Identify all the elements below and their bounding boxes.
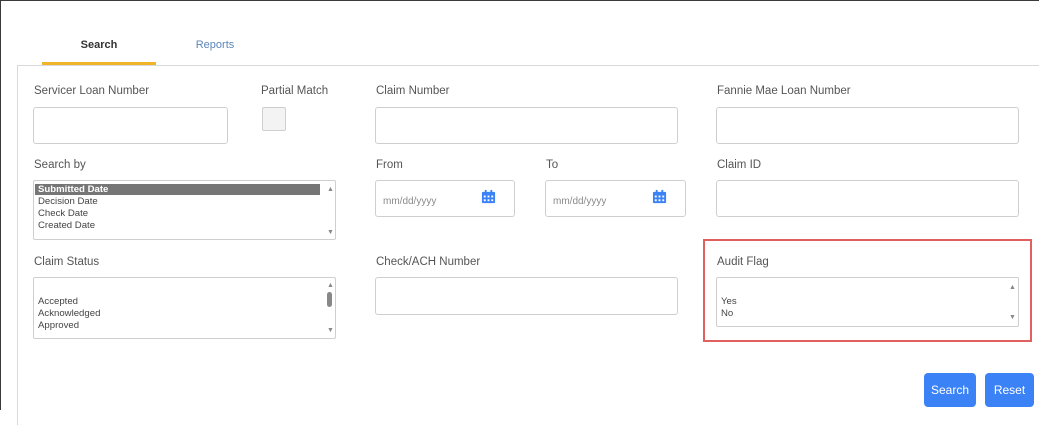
claim-status-option-approved[interactable]: Approved — [38, 320, 79, 331]
audit-flag-option-yes[interactable]: Yes — [721, 296, 737, 307]
from-date-input[interactable]: mm/dd/yyyy — [375, 180, 515, 217]
reset-button[interactable]: Reset — [985, 373, 1034, 407]
to-label: To — [546, 159, 559, 171]
scrollbar-thumb[interactable] — [327, 292, 332, 307]
servicer-loan-number-input[interactable] — [33, 107, 228, 144]
scroll-down-arrow-icon[interactable]: ▼ — [1009, 314, 1016, 321]
scroll-down-arrow-icon[interactable]: ▼ — [327, 327, 334, 334]
partial-match-checkbox[interactable] — [262, 107, 286, 131]
search-by-listbox[interactable]: Submitted Date Decision Date Check Date … — [33, 180, 336, 240]
fannie-mae-loan-number-input[interactable] — [716, 107, 1019, 144]
claim-status-option-accepted[interactable]: Accepted — [38, 296, 78, 307]
search-by-option-submitted-date[interactable]: Submitted Date — [35, 184, 320, 195]
scroll-up-arrow-icon[interactable]: ▲ — [327, 282, 334, 289]
claim-number-input[interactable] — [375, 107, 678, 144]
claim-status-label: Claim Status — [34, 256, 100, 268]
scroll-up-arrow-icon[interactable]: ▲ — [327, 186, 334, 193]
fannie-mae-loan-number-label: Fannie Mae Loan Number — [717, 85, 851, 97]
servicer-loan-number-label: Servicer Loan Number — [34, 85, 150, 97]
claim-number-label: Claim Number — [376, 85, 450, 97]
search-by-option-created-date[interactable]: Created Date — [38, 220, 95, 231]
from-label: From — [376, 159, 403, 171]
scroll-down-arrow-icon[interactable]: ▼ — [327, 229, 334, 236]
calendar-icon[interactable] — [652, 189, 667, 204]
claim-status-option-acknowledged[interactable]: Acknowledged — [38, 308, 100, 319]
check-ach-number-input[interactable] — [375, 277, 678, 315]
partial-match-label: Partial Match — [261, 85, 329, 97]
claim-status-listbox[interactable]: Accepted Acknowledged Approved ▲ ▼ — [33, 277, 336, 339]
calendar-icon[interactable] — [481, 189, 496, 204]
claim-id-input[interactable] — [716, 180, 1019, 217]
audit-flag-label: Audit Flag — [717, 256, 769, 268]
search-by-label: Search by — [34, 159, 86, 171]
to-date-placeholder: mm/dd/yyyy — [553, 196, 607, 207]
search-by-option-check-date[interactable]: Check Date — [38, 208, 88, 219]
search-by-option-decision-date[interactable]: Decision Date — [38, 196, 98, 207]
audit-flag-listbox[interactable]: Yes No ▲ ▼ — [716, 277, 1019, 327]
scroll-up-arrow-icon[interactable]: ▲ — [1009, 284, 1016, 291]
claim-id-label: Claim ID — [717, 159, 762, 171]
tab-search[interactable]: Search — [42, 28, 156, 65]
tab-reports[interactable]: Reports — [160, 28, 270, 62]
search-button[interactable]: Search — [924, 373, 976, 407]
audit-flag-option-no[interactable]: No — [721, 308, 733, 319]
check-ach-number-label: Check/ACH Number — [376, 256, 481, 268]
from-date-placeholder: mm/dd/yyyy — [383, 196, 437, 207]
to-date-input[interactable]: mm/dd/yyyy — [545, 180, 686, 217]
